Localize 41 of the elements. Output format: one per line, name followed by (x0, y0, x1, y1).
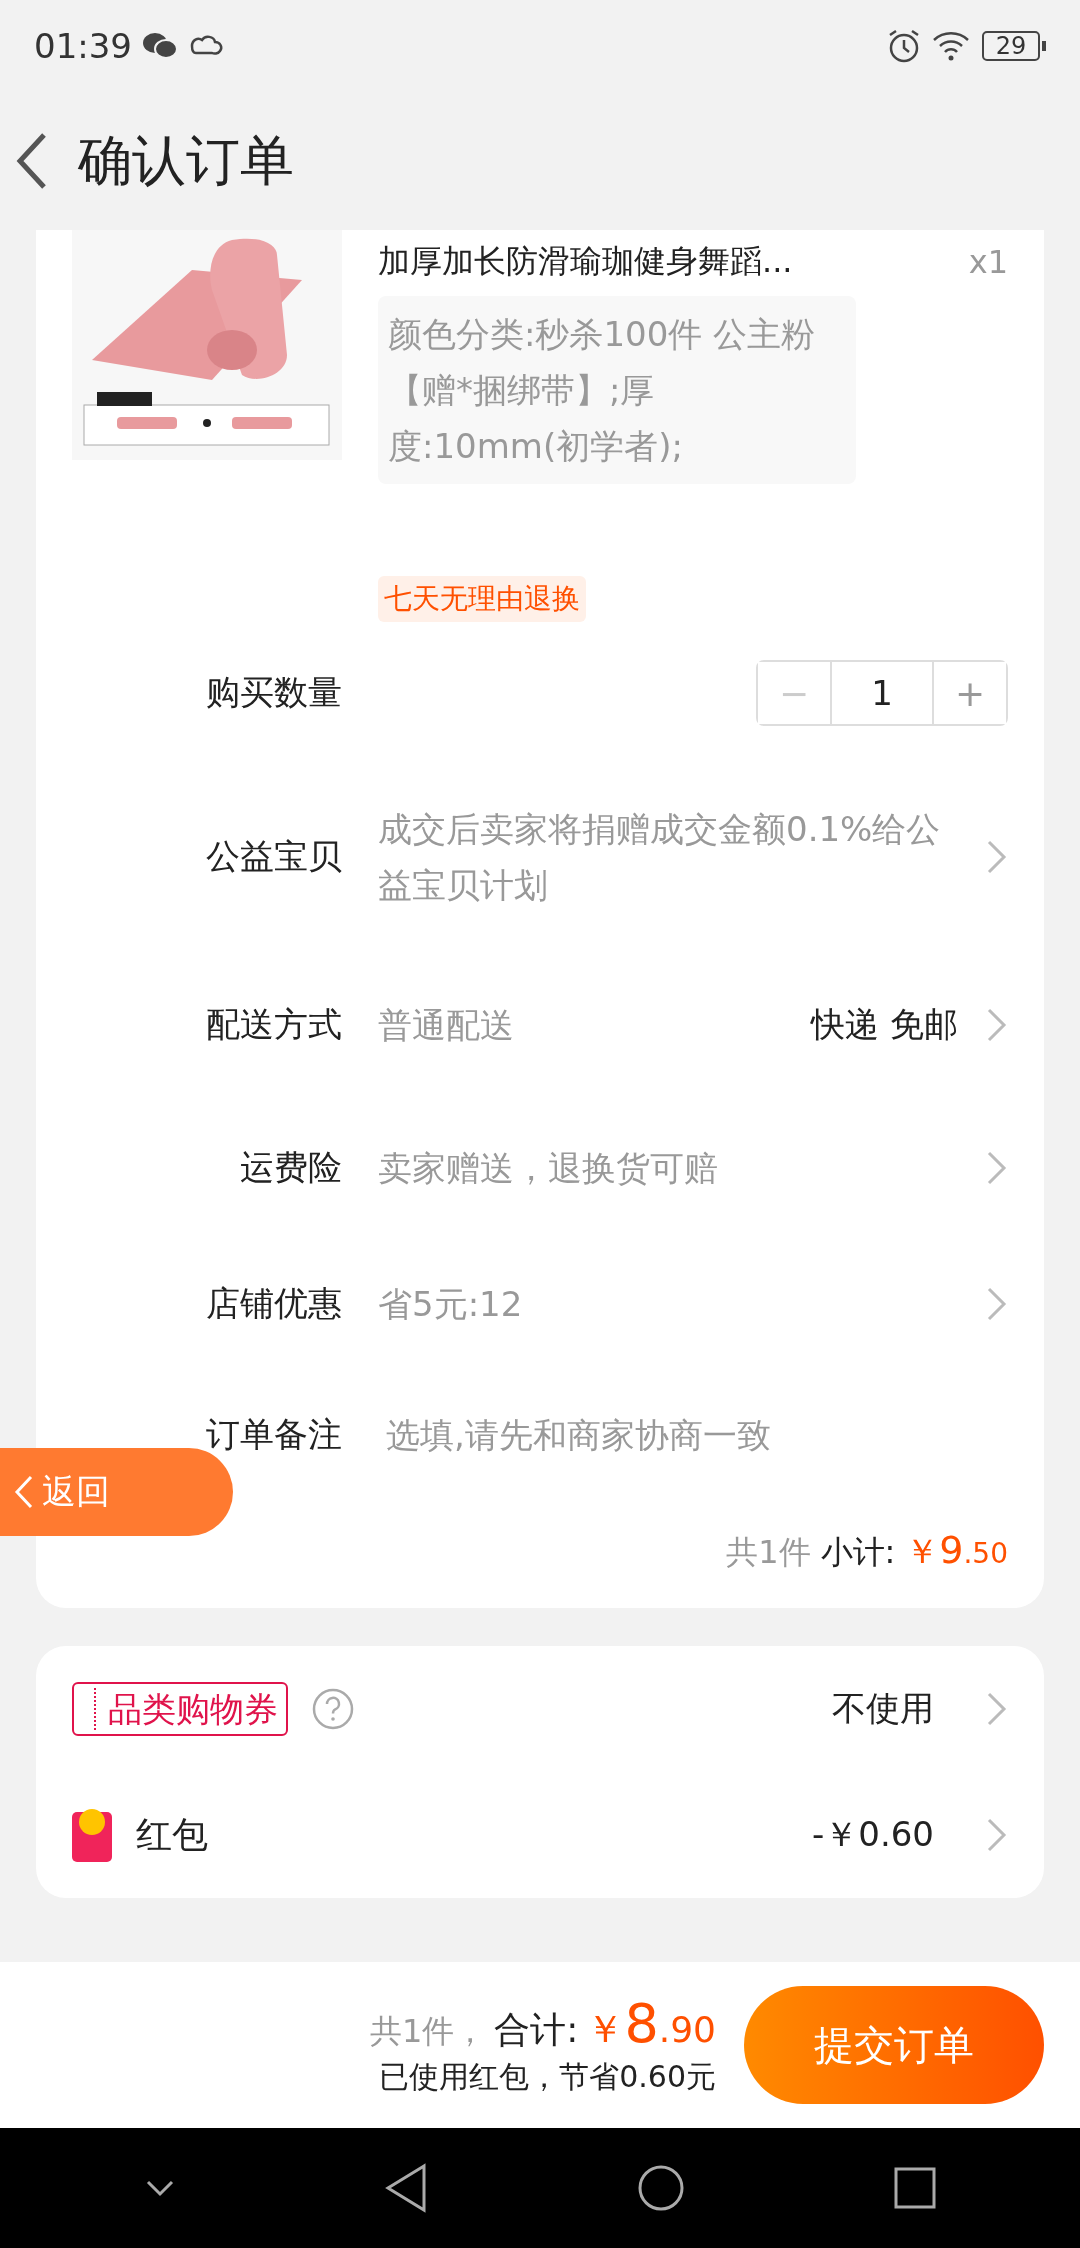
row-value: 卖家赠送，退换货可赔 (378, 1147, 719, 1190)
product-quantity: x1 (968, 243, 1008, 281)
chevron-right-icon (986, 1007, 1008, 1043)
delivery-option[interactable]: 快递 免邮 (811, 1002, 958, 1048)
chevron-right-icon (986, 1150, 1008, 1186)
help-icon (312, 1688, 354, 1730)
row-label: 运费险 (239, 1146, 343, 1189)
battery-indicator: 29 (982, 31, 1046, 61)
home-icon[interactable] (636, 2164, 685, 2212)
return-policy-tag: 七天无理由退换 (378, 576, 586, 622)
status-time: 01:39 (34, 26, 132, 66)
collapse-icon[interactable] (144, 2178, 175, 2198)
row-label: 购买数量 (205, 671, 343, 714)
chevron-left-icon (14, 1475, 34, 1509)
subtotal-label: 小计: (820, 1532, 896, 1573)
page-title: 确认订单 (78, 127, 294, 194)
row-label: 店铺优惠 (205, 1282, 343, 1325)
back-nav-icon[interactable] (383, 2163, 428, 2213)
chevron-right-icon (986, 1286, 1008, 1322)
recents-icon[interactable] (893, 2167, 936, 2209)
row-value: 成交后卖家将捐赠成交金额0.1%给公益宝贝计划 (378, 808, 942, 907)
chevron-right-icon (986, 839, 1008, 875)
benefit-value[interactable]: 不使用 (832, 1686, 934, 1732)
total-label: 合计: (494, 2008, 579, 2052)
row-label: 配送方式 (205, 1003, 343, 1046)
row-label: 公益宝贝 (205, 835, 343, 878)
product-title: 加厚加长防滑瑜珈健身舞蹈... (378, 241, 793, 282)
row-value: 省5元:12 (378, 1283, 524, 1326)
row-value: 普通配送 (378, 1004, 515, 1047)
chevron-right-icon (986, 1691, 1008, 1727)
item-count: 共1件 (726, 1532, 811, 1573)
saving-note: 已使用红包，节省0.60元 (379, 2058, 716, 2096)
total-price: ￥8.90 (586, 1992, 716, 2055)
footer-count: 共1件， (369, 2011, 487, 2052)
coupon-tag: 品类购物券 (72, 1682, 288, 1736)
product-spec: 颜色分类:秒杀100件 公主粉【赠*捆绑带】;厚度:10mm(初学者); (378, 296, 856, 484)
benefit-value[interactable]: -￥0.60 (812, 1812, 934, 1858)
subtotal-price: ￥9.50 (905, 1528, 1008, 1574)
benefit-label: 红包 (136, 1812, 208, 1857)
chevron-right-icon (986, 1817, 1008, 1853)
gift-envelope-icon (72, 1808, 112, 1862)
